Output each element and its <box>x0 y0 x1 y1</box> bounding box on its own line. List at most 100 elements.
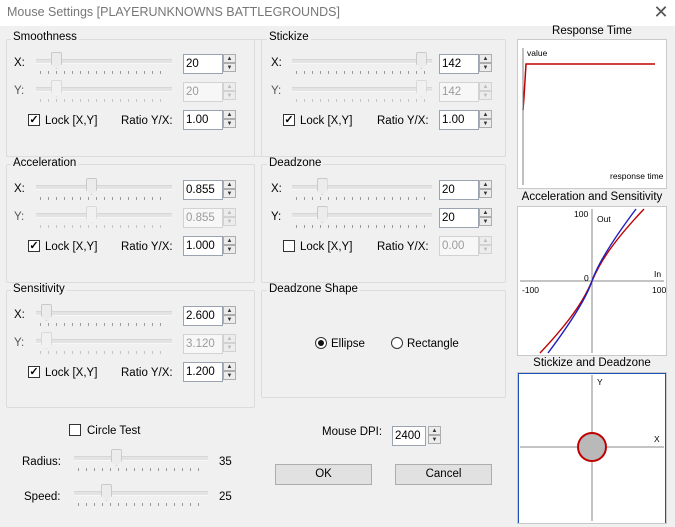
sensitivity-x-slider[interactable] <box>36 304 172 326</box>
sensitivity-title: Sensitivity <box>11 283 67 295</box>
accel-in-label: In <box>654 269 662 279</box>
accel-zero-label: 0 <box>584 273 589 283</box>
acceleration-y-up-button: ▲ <box>223 208 236 217</box>
deadzone-shape-title: Deadzone Shape <box>267 283 360 295</box>
stickize-x-slider[interactable] <box>292 52 432 74</box>
acceleration-lock-checkbox[interactable]: ✓ <box>28 240 40 252</box>
stickize-y-input: 142 <box>439 82 479 102</box>
deadzone-ratio-up-button: ▲ <box>479 236 492 245</box>
speed-thumb[interactable] <box>101 484 113 501</box>
accel-y-top-label: 100 <box>574 209 589 219</box>
response-time-title: Response Time <box>552 25 632 37</box>
smoothness-x-input[interactable]: 20 <box>183 54 223 74</box>
speed-slider[interactable] <box>74 484 208 506</box>
acceleration-x-input[interactable]: 0.855 <box>183 180 223 200</box>
sensitivity-x-down-button[interactable]: ▼ <box>223 315 236 324</box>
deadzone-x-input[interactable]: 20 <box>439 180 479 200</box>
smoothness-lock-checkbox[interactable]: ✓ <box>28 114 40 126</box>
sensitivity-x-label: X: <box>14 309 25 321</box>
radio-selected-dot <box>318 340 324 346</box>
acceleration-ratio-input[interactable]: 1.000 <box>183 236 223 256</box>
stickize-ratio-down-button[interactable]: ▼ <box>479 119 492 128</box>
stickize-x-label: X: <box>271 57 282 69</box>
acceleration-ratio-down-button[interactable]: ▼ <box>223 245 236 254</box>
circle-test-checkbox[interactable] <box>69 424 81 436</box>
deadzone-y-thumb[interactable] <box>316 206 328 223</box>
smoothness-y-thumb <box>51 80 62 97</box>
deadzone-x-down-button[interactable]: ▼ <box>479 189 492 198</box>
smoothness-ratio-label: Ratio Y/X: <box>121 115 173 127</box>
deadzone-y-slider[interactable] <box>292 206 432 228</box>
stickize-title: Stickize <box>267 31 311 43</box>
radius-label: Radius: <box>22 456 61 468</box>
stickize-deadzone-graph: Y X <box>517 372 667 524</box>
sensitivity-x-thumb[interactable] <box>41 304 52 321</box>
smoothness-x-slider[interactable] <box>36 52 172 74</box>
radius-thumb[interactable] <box>110 449 122 466</box>
accel-sens-graph: 100 Out In 0 -100 100 <box>517 206 667 356</box>
response-time-plot <box>522 48 655 185</box>
stickize-x-thumb[interactable] <box>415 52 427 69</box>
response-value-label: value <box>527 48 548 58</box>
accel-x-left-label: -100 <box>522 285 540 295</box>
stickize-x-down-button[interactable]: ▼ <box>479 63 492 72</box>
sensitivity-lock-checkbox[interactable]: ✓ <box>28 366 40 378</box>
acceleration-x-slider[interactable] <box>36 178 172 200</box>
stickize-y-label: Y: <box>271 85 282 97</box>
deadzone-ratio-down-button: ▼ <box>479 245 492 254</box>
sensitivity-y-thumb <box>41 332 52 349</box>
smoothness-x-up-button[interactable]: ▲ <box>223 54 236 63</box>
radius-slider[interactable] <box>74 449 208 471</box>
deadzone-title: Deadzone <box>267 157 324 169</box>
sensitivity-x-input[interactable]: 2.600 <box>183 306 223 326</box>
stickize-ratio-label: Ratio Y/X: <box>377 115 429 127</box>
smoothness-ratio-up-button[interactable]: ▲ <box>223 110 236 119</box>
smoothness-title: Smoothness <box>11 31 79 43</box>
smoothness-ratio-input[interactable]: 1.00 <box>183 110 223 130</box>
cancel-button[interactable]: Cancel <box>395 464 492 485</box>
deadzone-lock-checkbox[interactable] <box>283 240 295 252</box>
smoothness-x-down-button[interactable]: ▼ <box>223 63 236 72</box>
deadzone-x-label: X: <box>271 183 282 195</box>
stickize-lock-checkbox[interactable]: ✓ <box>283 114 295 126</box>
deadzone-y-up-button[interactable]: ▲ <box>479 208 492 217</box>
deadzone-y-input[interactable]: 20 <box>439 208 479 228</box>
mouse-dpi-down-button[interactable]: ▼ <box>428 435 441 444</box>
sensitivity-ratio-up-button[interactable]: ▲ <box>223 362 236 371</box>
acceleration-title: Acceleration <box>11 157 79 169</box>
smoothness-lock-label: Lock [X,Y] <box>45 115 98 127</box>
mouse-dpi-up-button[interactable]: ▲ <box>428 426 441 435</box>
acceleration-ratio-up-button[interactable]: ▲ <box>223 236 236 245</box>
deadzone-x-up-button[interactable]: ▲ <box>479 180 492 189</box>
stickize-x-up-button[interactable]: ▲ <box>479 54 492 63</box>
stickize-y-down-button: ▼ <box>479 91 492 100</box>
deadzone-x-slider[interactable] <box>292 178 432 200</box>
stickize-lock-label: Lock [X,Y] <box>300 115 353 127</box>
acceleration-ratio-label: Ratio Y/X: <box>121 241 173 253</box>
stickize-y-slider <box>292 80 432 102</box>
ok-button[interactable]: OK <box>275 464 372 485</box>
ellipse-radio[interactable] <box>315 337 327 349</box>
stickize-ratio-up-button[interactable]: ▲ <box>479 110 492 119</box>
acceleration-x-down-button[interactable]: ▼ <box>223 189 236 198</box>
smoothness-y-slider <box>36 80 172 102</box>
mouse-dpi-input[interactable]: 2400 <box>392 426 426 446</box>
deadzone-x-thumb[interactable] <box>316 178 328 195</box>
sensitivity-ratio-down-button[interactable]: ▼ <box>223 371 236 380</box>
acceleration-x-thumb[interactable] <box>86 178 97 195</box>
smoothness-x-thumb[interactable] <box>51 52 62 69</box>
acceleration-y-input: 0.855 <box>183 208 223 228</box>
acceleration-y-slider <box>36 206 172 228</box>
deadzone-y-down-button[interactable]: ▼ <box>479 217 492 226</box>
sensitivity-x-up-button[interactable]: ▲ <box>223 306 236 315</box>
smoothness-ratio-down-button[interactable]: ▼ <box>223 119 236 128</box>
stickize-x-input[interactable]: 142 <box>439 54 479 74</box>
acceleration-x-up-button[interactable]: ▲ <box>223 180 236 189</box>
close-icon[interactable]: ✕ <box>651 2 671 22</box>
dialog-body: Smoothness X: 20 ▲ ▼ Y: 20 ▲ ▼ ✓ Lock [X… <box>0 25 675 527</box>
rectangle-radio[interactable] <box>391 337 403 349</box>
sensitivity-ratio-input[interactable]: 1.200 <box>183 362 223 382</box>
stickize-ratio-input[interactable]: 1.00 <box>439 110 479 130</box>
acceleration-x-label: X: <box>14 183 25 195</box>
deadzone-ratio-input: 0.00 <box>439 236 479 256</box>
